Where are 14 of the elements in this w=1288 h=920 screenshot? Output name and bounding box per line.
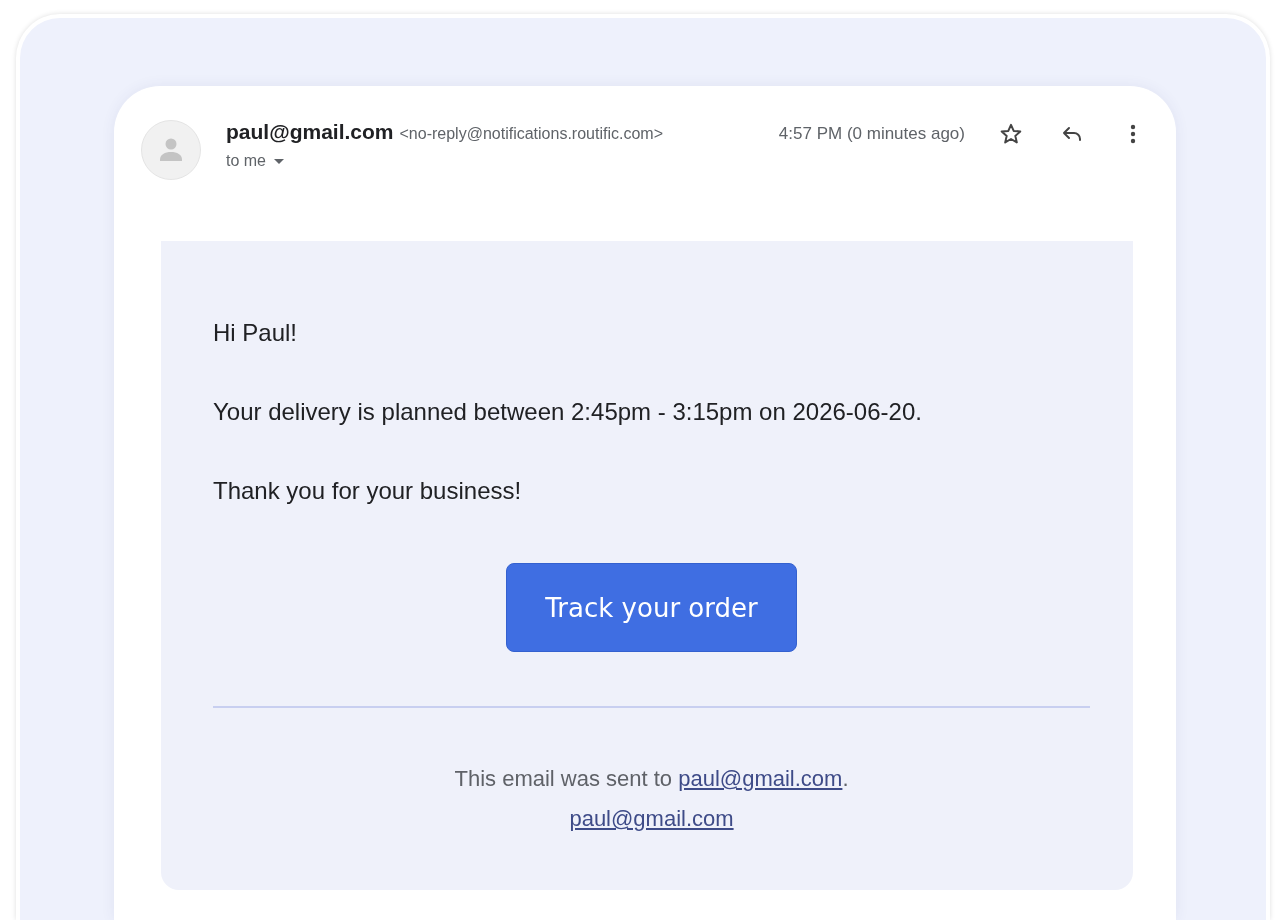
footer-text: This email was sent to paul@gmail.com.	[454, 766, 849, 791]
email-link[interactable]: paul@gmail.com	[569, 799, 734, 839]
caret-icon	[274, 158, 284, 164]
star-icon[interactable]	[999, 122, 1023, 146]
track-order-button[interactable]: Track your order	[506, 563, 797, 652]
message-paragraph: Your delivery is planned between 2:45pm - 3:15pm on 2026-06-20.	[213, 397, 923, 427]
message-paragraph: Thank you for your business!	[213, 476, 523, 506]
received-time: 4:57 PM (0 minutes ago)	[778, 123, 965, 145]
message-paragraph: Hi Paul!	[213, 318, 299, 348]
email-link[interactable]: paul@gmail.com	[678, 766, 843, 791]
recipient-dropdown[interactable]: to me	[226, 152, 284, 170]
avatar-icon	[141, 120, 201, 180]
sender-address: <no-reply@notifications.routific.com>	[399, 125, 663, 143]
sender-name: paul@gmail.com	[226, 120, 394, 144]
